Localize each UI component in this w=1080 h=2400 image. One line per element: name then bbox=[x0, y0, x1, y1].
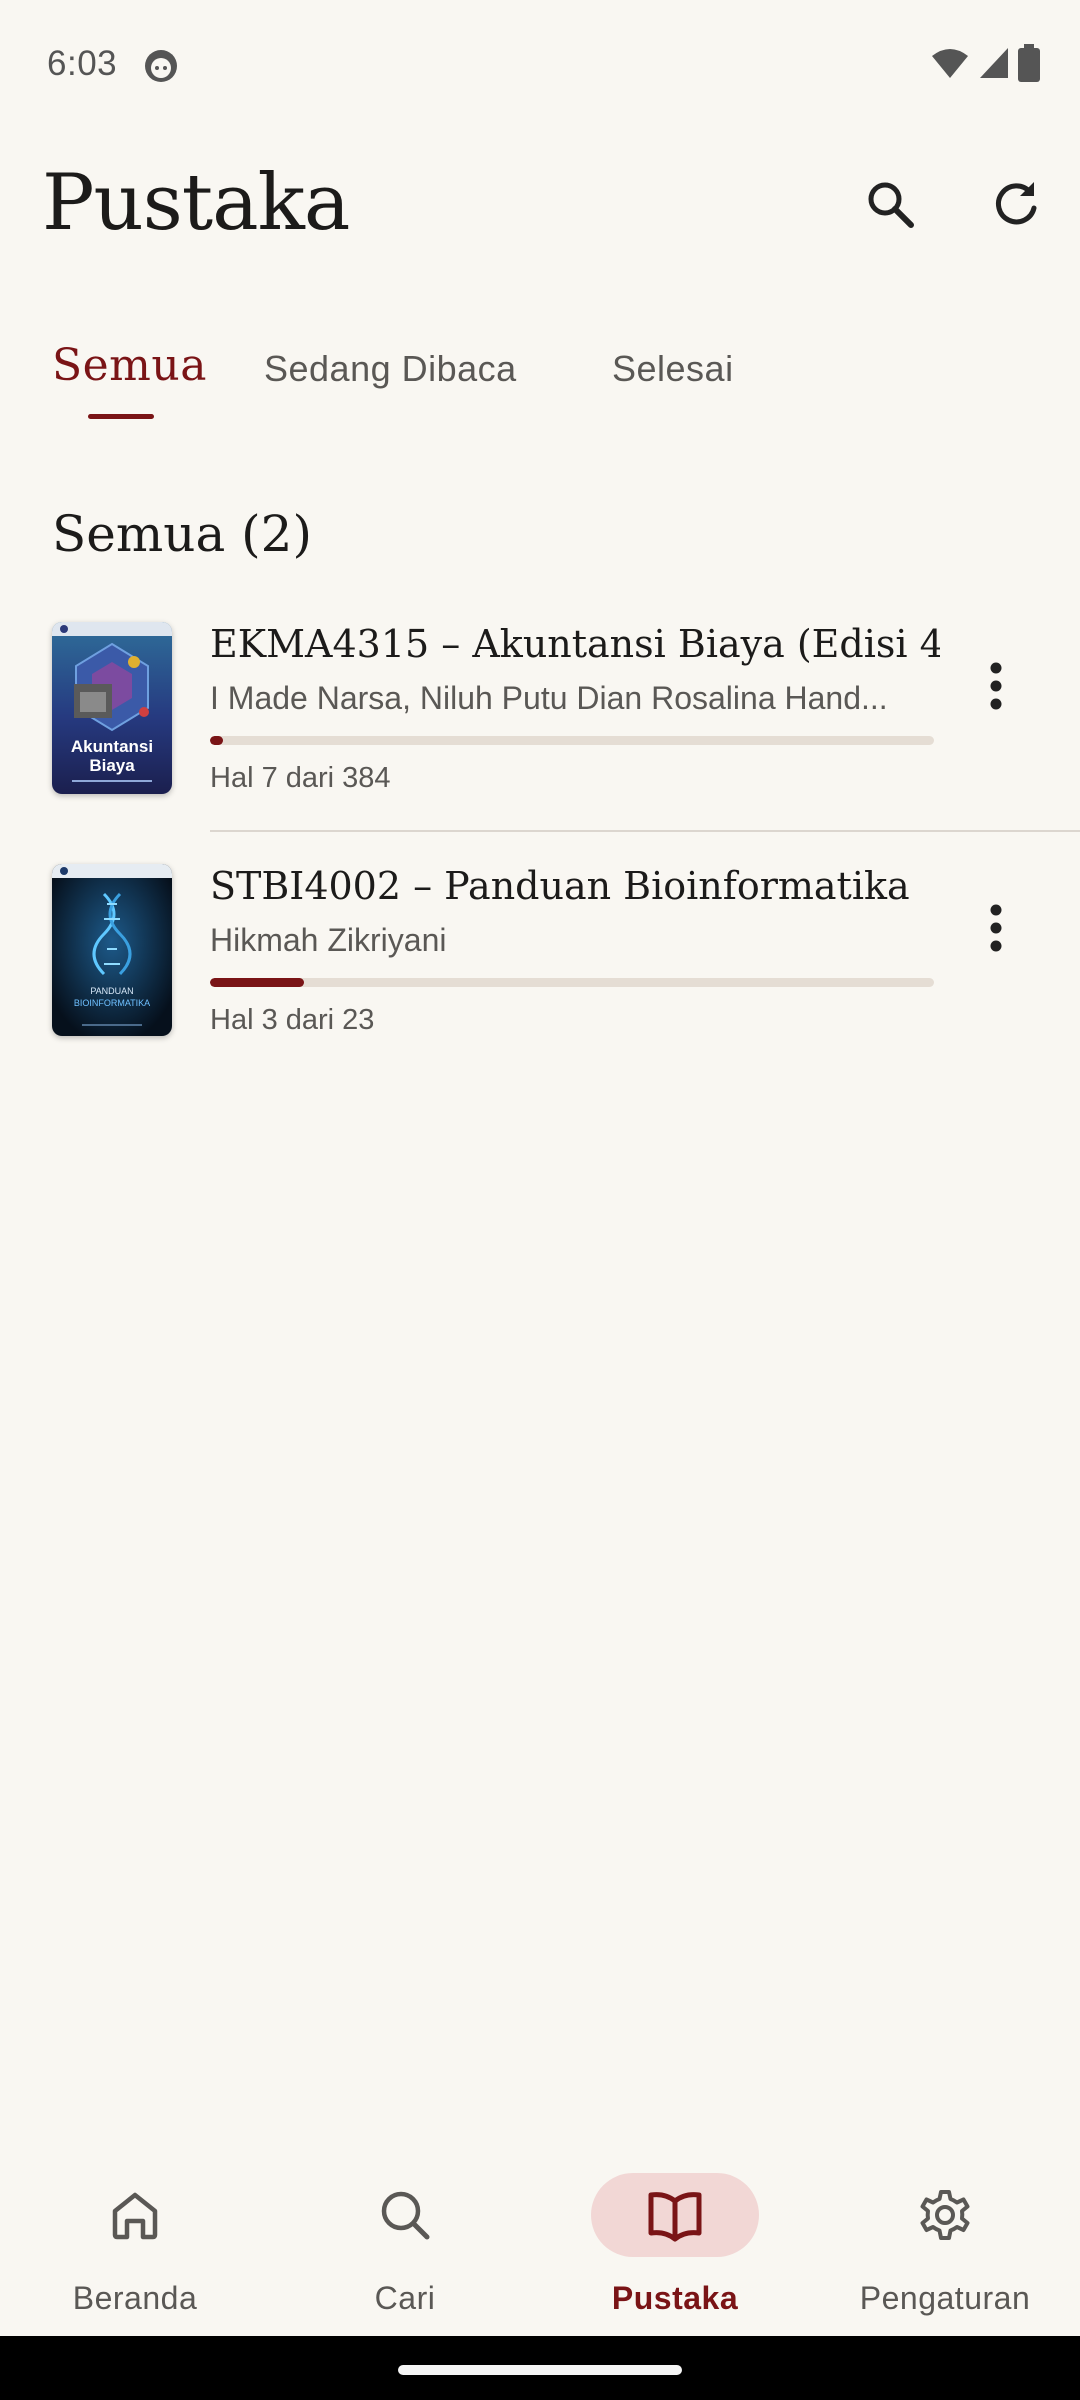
book-icon bbox=[648, 2192, 702, 2242]
nav-item-pustaka[interactable]: Pustaka bbox=[540, 2140, 810, 2336]
nav-icon-container bbox=[321, 2173, 489, 2257]
more-vert-icon bbox=[990, 662, 1002, 710]
library-screen: 6:03 Pustaka Semua Sedang Dibaca Selesai… bbox=[0, 0, 1080, 2400]
refresh-icon bbox=[996, 182, 1037, 225]
status-bar: 6:03 bbox=[0, 0, 1080, 132]
gesture-handle[interactable] bbox=[398, 2365, 682, 2375]
nav-icon-container bbox=[861, 2173, 1029, 2257]
home-icon bbox=[112, 2192, 158, 2240]
status-time: 6:03 bbox=[47, 44, 118, 83]
tab-sedang-dibaca[interactable]: Sedang Dibaca bbox=[264, 348, 517, 390]
svg-text:Akuntansi: Akuntansi bbox=[71, 737, 153, 756]
book-title: STBI4002 – Panduan Bioinformatika bbox=[210, 864, 910, 908]
tab-indicator bbox=[88, 414, 154, 419]
refresh-button[interactable] bbox=[980, 168, 1052, 240]
notification-face-icon bbox=[145, 50, 177, 82]
nav-item-cari[interactable]: Cari bbox=[270, 2140, 540, 2336]
more-vert-icon bbox=[990, 904, 1002, 952]
wifi-icon bbox=[932, 49, 968, 78]
svg-text:PANDUAN: PANDUAN bbox=[90, 986, 133, 996]
reading-progress-fill bbox=[210, 978, 305, 987]
battery-icon bbox=[1018, 44, 1040, 82]
nav-item-pengaturan[interactable]: Pengaturan bbox=[810, 2140, 1080, 2336]
book-cover: PANDUAN BIOINFORMATIKA bbox=[52, 864, 172, 1036]
status-icons bbox=[930, 44, 1040, 82]
nav-label: Pustaka bbox=[611, 2280, 739, 2316]
more-options-button[interactable] bbox=[966, 650, 1026, 722]
book-cover-akuntansi-image: Akuntansi Biaya bbox=[52, 622, 172, 794]
gear-icon bbox=[920, 2190, 970, 2240]
nav-icon-container bbox=[591, 2173, 759, 2257]
more-options-button[interactable] bbox=[966, 892, 1026, 964]
list-divider bbox=[210, 830, 1080, 832]
reading-progress-bar bbox=[210, 736, 934, 745]
page-title: Pustaka bbox=[42, 158, 350, 248]
search-button[interactable] bbox=[854, 168, 926, 240]
tab-semua[interactable]: Semua bbox=[52, 340, 207, 391]
reading-progress-fill bbox=[210, 736, 224, 745]
cellular-signal-icon bbox=[980, 48, 1008, 78]
system-gesture-area bbox=[0, 2336, 1080, 2400]
search-icon bbox=[868, 182, 914, 228]
tab-bar: Semua Sedang Dibaca Selesai bbox=[0, 330, 1080, 430]
book-list-item[interactable]: PANDUAN BIOINFORMATIKA STBI4002 – Pandua… bbox=[0, 852, 1080, 1092]
search-icon bbox=[381, 2191, 430, 2240]
svg-text:BIOINFORMATIKA: BIOINFORMATIKA bbox=[74, 998, 150, 1008]
bottom-navigation: Beranda Cari Pustaka Pengaturan bbox=[0, 2140, 1080, 2336]
reading-progress-bar bbox=[210, 978, 934, 987]
book-author: Hikmah Zikriyani bbox=[210, 922, 447, 958]
book-title: EKMA4315 – Akuntansi Biaya (Edisi 4) bbox=[210, 622, 940, 666]
book-cover-bioinformatika-image: PANDUAN BIOINFORMATIKA bbox=[52, 864, 172, 1036]
section-title: Semua (2) bbox=[52, 505, 312, 563]
nav-icon-container bbox=[51, 2173, 219, 2257]
nav-label: Cari bbox=[374, 2280, 436, 2316]
nav-label: Pengaturan bbox=[859, 2280, 1031, 2316]
nav-item-beranda[interactable]: Beranda bbox=[0, 2140, 270, 2336]
page-info: Hal 7 dari 384 bbox=[210, 762, 391, 794]
page-info: Hal 3 dari 23 bbox=[210, 1004, 375, 1036]
svg-text:Biaya: Biaya bbox=[89, 756, 135, 775]
book-author: I Made Narsa, Niluh Putu Dian Rosalina H… bbox=[210, 680, 888, 716]
tab-selesai[interactable]: Selesai bbox=[612, 348, 734, 390]
nav-label: Beranda bbox=[72, 2280, 198, 2316]
book-list-item[interactable]: Akuntansi Biaya EKMA4315 – Akuntansi Bia… bbox=[0, 610, 1080, 850]
book-cover: Akuntansi Biaya bbox=[52, 622, 172, 794]
